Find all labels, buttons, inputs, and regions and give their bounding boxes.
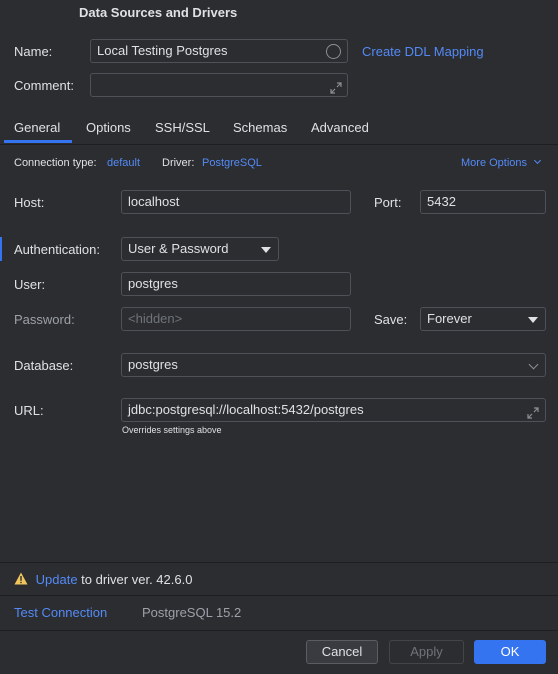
tab-ssh-ssl[interactable]: SSH/SSL [155,120,210,135]
host-input[interactable]: localhost [121,190,351,214]
save-select[interactable]: Forever [420,307,546,331]
tab-advanced[interactable]: Advanced [311,120,369,135]
tab-general[interactable]: General [14,120,60,135]
driver-update-warning: Update to driver ver. 42.6.0 [14,572,192,588]
comment-label: Comment: [14,78,74,93]
dropdown-arrow-icon [528,317,538,323]
comment-input[interactable] [90,73,348,97]
tab-general-underline [4,140,72,143]
name-input[interactable]: Local Testing Postgres [90,39,348,63]
host-label: Host: [14,195,45,210]
port-input[interactable]: 5432 [420,190,546,214]
save-value: Forever [427,311,472,326]
auth-accent-bar [0,237,2,261]
create-ddl-mapping-link[interactable]: Create DDL Mapping [362,44,484,59]
dropdown-arrow-icon [261,247,271,253]
database-input[interactable]: postgres [121,353,546,377]
port-label: Port: [374,195,402,210]
ok-button[interactable]: OK [474,640,546,664]
more-options-link[interactable]: More Options [461,156,542,169]
name-label: Name: [14,44,53,59]
url-value: jdbc:postgresql://localhost:5432/postgre… [128,402,364,417]
authentication-select[interactable]: User & Password [121,237,279,261]
url-label: URL: [14,403,44,418]
cancel-button[interactable]: Cancel [306,640,378,664]
expand-icon[interactable] [527,404,539,419]
tab-schemas[interactable]: Schemas [233,120,287,135]
driver-label: Driver: [162,157,195,169]
name-value: Local Testing Postgres [97,43,228,58]
url-hint: Overrides settings above [122,425,222,435]
apply-button[interactable]: Apply [389,640,464,664]
tab-divider [0,144,558,145]
authentication-label: Authentication: [14,242,101,257]
password-input[interactable]: <hidden> [121,307,351,331]
test-connection-link[interactable]: Test Connection [14,605,107,620]
expand-icon[interactable] [330,79,342,94]
buttons-divider [0,630,558,631]
driver-link[interactable]: PostgreSQL [202,157,262,169]
authentication-value: User & Password [128,241,229,256]
database-value: postgres [128,357,178,372]
user-label: User: [14,277,46,292]
tab-options[interactable]: Options [86,120,131,135]
more-options-label: More Options [461,157,528,169]
circle-icon[interactable] [326,44,341,59]
server-version: PostgreSQL 15.2 [142,605,242,620]
chevron-down-icon[interactable] [528,359,539,370]
database-label: Database: [14,358,74,373]
update-driver-text: to driver ver. 42.6.0 [77,572,193,587]
update-driver-link[interactable]: Update [36,572,78,587]
user-input[interactable]: postgres [121,272,351,296]
window-title: Data Sources and Drivers [79,5,238,20]
connection-type-label: Connection type: [14,157,97,169]
chevron-down-icon [534,156,542,165]
tab-bar: General Options SSH/SSL Schemas Advanced [0,112,558,144]
warning-icon [14,572,28,588]
footer-divider [0,595,558,596]
connection-type-link[interactable]: default [107,157,140,169]
save-label: Save: [374,312,408,327]
url-input[interactable]: jdbc:postgresql://localhost:5432/postgre… [121,398,546,422]
password-label: Password: [14,312,75,327]
warning-divider [0,562,558,563]
